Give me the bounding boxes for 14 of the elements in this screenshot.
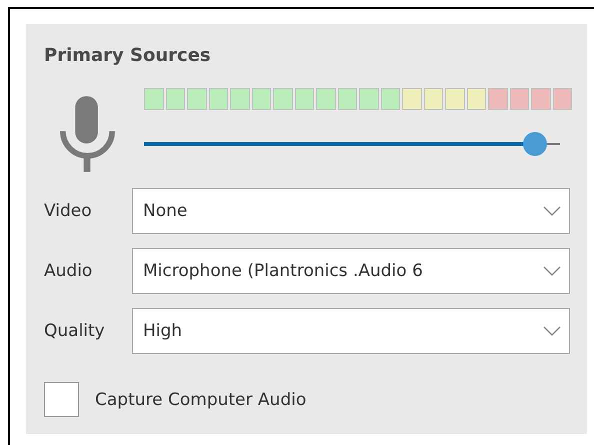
chevron-down-icon: [543, 266, 561, 276]
checkbox-label[interactable]: Capture Computer Audio: [95, 390, 306, 410]
field-label: Audio: [44, 261, 94, 281]
dropdown[interactable]: Microphone (Plantronics .Audio 6: [132, 248, 570, 294]
chevron-down-icon: [543, 326, 561, 336]
checkbox[interactable]: [44, 382, 79, 417]
chevron-down-icon: [543, 206, 561, 216]
section-title: Primary Sources: [44, 44, 212, 68]
dropdown[interactable]: High: [132, 308, 570, 354]
field-label: Video: [44, 201, 93, 221]
microphone-icon: [60, 94, 115, 174]
field-label: Quality: [44, 321, 106, 341]
dropdown[interactable]: None: [132, 188, 570, 234]
slider-thumb[interactable]: [523, 132, 548, 156]
